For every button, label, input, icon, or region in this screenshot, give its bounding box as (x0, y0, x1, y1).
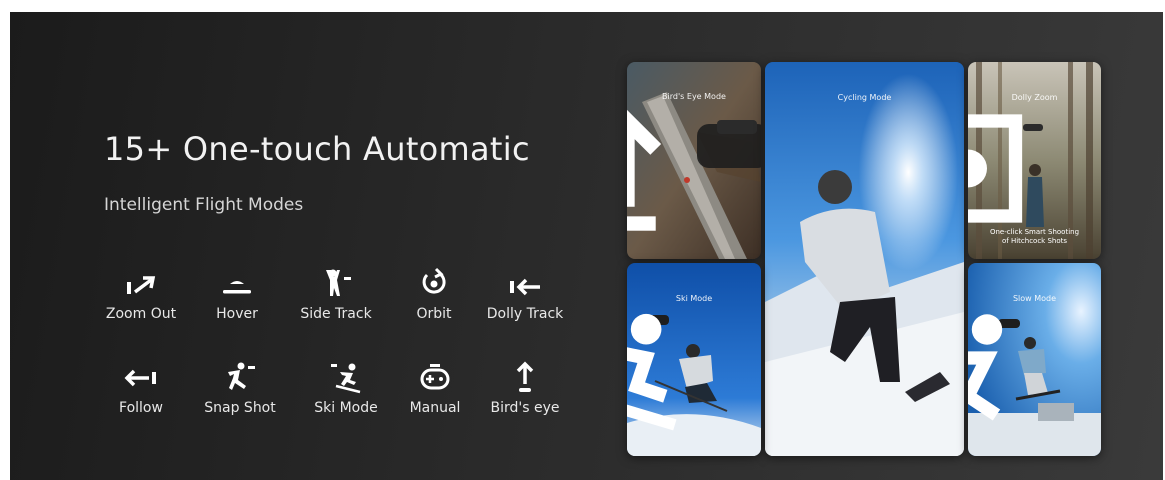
tile-title: Ski Mode (675, 294, 713, 303)
mode-hover: Hover (187, 266, 287, 322)
ski-mode-icon (331, 363, 361, 394)
tile-birds-eye-mode: Bird's Eye Mode (627, 62, 761, 259)
tile-slow-mode: Slow Mode (968, 263, 1101, 456)
zoom-out-icon (127, 276, 156, 294)
mode-zoom-out: Zoom Out (91, 266, 191, 322)
follow-icon (124, 369, 156, 387)
orbit-icon (422, 267, 446, 294)
flight-modes-banner: 15+ One-touch Automatic Intelligent Flig… (10, 12, 1163, 480)
mode-birds-eye: Bird's eye (475, 360, 575, 416)
mode-label: Manual (409, 400, 461, 416)
tile-dolly-zoom: Dolly Zoom One-click Smart Shooting of H… (968, 62, 1101, 259)
side-track-icon (326, 269, 351, 296)
tile-cycling-mode: Cycling Mode (765, 62, 964, 456)
mode-label: Ski Mode (314, 400, 378, 416)
mode-dolly-track: Dolly Track (475, 266, 575, 322)
mode-label: Hover (216, 306, 258, 322)
caption-line: One-click Smart Shooting (989, 228, 1080, 236)
mode-side-track: Side Track (286, 266, 386, 322)
tile-title: Slow Mode (1012, 294, 1057, 303)
mode-label: Snap Shot (204, 400, 276, 416)
cycling-photo (765, 62, 964, 456)
snap-shot-icon (228, 362, 255, 390)
mode-manual: Manual (385, 360, 485, 416)
caption-line: of Hitchcock Shots (1001, 237, 1068, 245)
mode-snap-shot: Snap Shot (190, 360, 290, 416)
tile-title: Cycling Mode (837, 93, 892, 102)
headline: 15+ One-touch Automatic (104, 130, 530, 168)
birds-eye-icon (516, 361, 534, 392)
gamepad-icon (420, 364, 450, 390)
tile-ski-mode: Ski Mode (627, 263, 761, 456)
mode-follow: Follow (91, 360, 191, 416)
mode-label: Side Track (300, 306, 372, 322)
mode-orbit: Orbit (384, 266, 484, 322)
subheadline: Intelligent Flight Modes (104, 195, 304, 215)
mode-label: Bird's eye (490, 400, 560, 416)
mode-ski: Ski Mode (296, 360, 396, 416)
tile-title: Dolly Zoom (1011, 93, 1058, 102)
tile-title: Bird's Eye Mode (662, 92, 726, 101)
tile-caption: One-click Smart Shooting of Hitchcock Sh… (976, 228, 1093, 246)
mode-label: Zoom Out (105, 306, 177, 322)
dolly-track-icon (510, 278, 540, 296)
hover-icon (223, 281, 251, 294)
mode-label: Follow (119, 400, 163, 416)
mode-label: Orbit (416, 306, 452, 322)
mode-label: Dolly Track (486, 306, 564, 322)
